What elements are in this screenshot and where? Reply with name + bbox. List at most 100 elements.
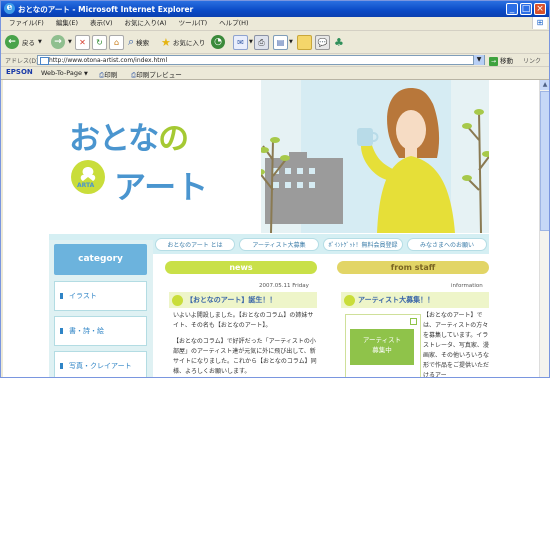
chevron-down-icon: ▼ bbox=[38, 39, 42, 45]
page-icon bbox=[40, 57, 49, 65]
windows-flag-icon: ⊞ bbox=[532, 17, 547, 29]
maximize-button[interactable]: □ bbox=[520, 3, 532, 15]
news-heading: news bbox=[165, 261, 317, 274]
corner-mark-icon bbox=[410, 318, 417, 325]
staff-tag: information bbox=[451, 283, 483, 289]
refresh-button[interactable]: ↻ bbox=[92, 34, 107, 50]
flower-bullet-icon bbox=[172, 294, 183, 306]
woman-with-cup-illustration bbox=[261, 80, 489, 233]
mail-button[interactable]: ✉ ▼ bbox=[233, 34, 253, 50]
stop-icon: ✕ bbox=[75, 34, 90, 50]
address-label: アドレス(D) bbox=[5, 58, 39, 65]
address-dropdown-icon[interactable]: ▼ bbox=[473, 55, 484, 65]
folder-icon bbox=[297, 34, 312, 50]
nav-request[interactable]: みなさまへのお願い bbox=[407, 238, 487, 251]
history-button[interactable]: ◔ bbox=[211, 34, 225, 50]
staff-body: 【おとなのアート】では、アーティストの方々を募集しています。イラストレータ、写真… bbox=[423, 312, 490, 377]
home-icon: ⌂ bbox=[109, 34, 124, 50]
category-illustration[interactable]: イラスト bbox=[54, 281, 147, 311]
epson-print-button[interactable]: ⎙印刷 bbox=[99, 69, 117, 80]
menu-help[interactable]: ヘルプ(H) bbox=[219, 17, 248, 30]
site-logo-line2[interactable]: アート bbox=[114, 162, 208, 208]
standard-toolbar: ← 戻る ▼ → ▼ ✕ ↻ ⌂ ⌕ 検索 ★ お気に入り ◔ ✉ ▼ ⎙ ▤ … bbox=[1, 31, 549, 54]
category-photo-clay[interactable]: 写真・クレイアート bbox=[54, 351, 147, 377]
vertical-scrollbar[interactable]: ▲ bbox=[539, 80, 549, 377]
ie-logo-icon: e bbox=[4, 3, 15, 14]
address-input[interactable]: http://www.otona-artist.com/index.html ▼ bbox=[37, 55, 485, 65]
refresh-icon: ↻ bbox=[92, 34, 107, 50]
mail-icon: ✉ bbox=[233, 34, 248, 50]
chevron-down-icon: ▼ bbox=[249, 39, 253, 45]
news-paragraph-1: いよいよ開設しました。【おとなのコラム】の姉妹サイト、その名も【おとなのアート】… bbox=[173, 312, 314, 329]
news-headline: 【おとなのアート】誕生！！ bbox=[186, 296, 277, 304]
nav-about[interactable]: おとなのアート とは bbox=[155, 238, 235, 251]
menu-tools[interactable]: ツール(T) bbox=[179, 17, 208, 30]
title-bar[interactable]: e おとなのアート - Microsoft Internet Explorer … bbox=[1, 1, 549, 17]
recruit-line2: 募集中 bbox=[372, 346, 392, 354]
chevron-down-icon: ▼ bbox=[84, 71, 88, 77]
web-to-page-label: Web-To-Page bbox=[41, 69, 82, 77]
nav-artist-recruit[interactable]: アーティスト大募集 bbox=[239, 238, 319, 251]
artist-recruit-banner[interactable]: アーティスト 募集中 bbox=[345, 314, 421, 377]
logo-text-no: の bbox=[158, 121, 189, 157]
address-url[interactable]: http://www.otona-artist.com/index.html bbox=[49, 56, 167, 65]
discuss-button[interactable]: 💬 bbox=[315, 34, 330, 50]
epson-preview-button[interactable]: ⎙印刷プレビュー bbox=[131, 69, 182, 80]
menu-view[interactable]: 表示(V) bbox=[90, 17, 113, 30]
scroll-thumb[interactable] bbox=[540, 91, 549, 231]
go-label: 移動 bbox=[500, 57, 513, 65]
epson-print-label: 印刷 bbox=[104, 71, 118, 79]
speech-bubble-icon: 💬 bbox=[315, 34, 330, 50]
close-button[interactable]: × bbox=[534, 3, 546, 15]
edit-button[interactable]: ▤ ▼ bbox=[273, 34, 293, 50]
star-icon: ★ bbox=[161, 35, 171, 49]
stop-button[interactable]: ✕ bbox=[75, 34, 90, 50]
menu-favorites[interactable]: お気に入り(A) bbox=[125, 17, 167, 30]
news-headline-bar[interactable]: 【おとなのアート】誕生！！ bbox=[169, 292, 317, 308]
favorites-label: お気に入り bbox=[172, 39, 206, 47]
home-button[interactable]: ⌂ bbox=[109, 34, 124, 50]
site-logo-line1[interactable]: おとなの bbox=[69, 113, 189, 158]
messenger-button[interactable]: ♣ bbox=[334, 34, 344, 50]
address-bar: アドレス(D) http://www.otona-artist.com/inde… bbox=[1, 54, 549, 67]
messenger-icon: ♣ bbox=[334, 35, 344, 49]
links-button[interactable]: リンク bbox=[523, 56, 541, 65]
recruit-line1: アーティスト bbox=[362, 336, 402, 344]
go-button[interactable]: → 移動 bbox=[489, 55, 513, 66]
search-label: 検索 bbox=[136, 39, 150, 47]
back-arrow-icon: ← bbox=[5, 35, 19, 49]
staff-headline-bar[interactable]: アーティスト大募集！！ bbox=[341, 292, 489, 308]
staff-headline: アーティスト大募集！！ bbox=[358, 296, 435, 304]
printer-icon: ⎙ bbox=[254, 34, 269, 50]
go-arrow-icon: → bbox=[489, 57, 498, 66]
nav-member-register[interactable]: ﾎﾟｲﾝﾄｹﾞｯﾄ！無料会員登録 bbox=[323, 238, 403, 251]
print-button[interactable]: ⎙ bbox=[254, 34, 269, 50]
category-calligraphy[interactable]: 書・詩・絵 bbox=[54, 316, 147, 346]
chevron-down-icon: ▼ bbox=[289, 39, 293, 45]
hero-illustration bbox=[261, 80, 489, 233]
search-icon: ⌕ bbox=[128, 35, 135, 48]
epson-toolbar: EPSON Web-To-Page ▼ ⎙印刷 ⎙印刷プレビュー bbox=[1, 67, 549, 80]
page-viewport[interactable]: おとなの ARTA アート おとなのアート とは アーティスト大募集 ﾎﾟｲﾝﾄ… bbox=[3, 80, 539, 377]
category-title: category bbox=[54, 244, 147, 275]
menu-edit[interactable]: 編集(E) bbox=[56, 17, 78, 30]
flower-bullet-icon bbox=[344, 294, 355, 306]
news-paragraph-2: 【おとなのコラム】で好評だった「アーティストの小部屋」のアーティスト達が元気に外… bbox=[173, 338, 317, 375]
logo-text-otona: おとな bbox=[69, 121, 159, 157]
web-to-page-button[interactable]: Web-To-Page ▼ bbox=[41, 69, 88, 77]
folder-button[interactable] bbox=[297, 34, 312, 50]
favorites-button[interactable]: ★ お気に入り bbox=[161, 34, 205, 50]
recruit-box: アーティスト 募集中 bbox=[350, 329, 414, 365]
epson-brand: EPSON bbox=[6, 68, 33, 76]
scroll-up-icon[interactable]: ▲ bbox=[540, 80, 549, 90]
news-body: いよいよ開設しました。【おとなのコラム】の姉妹サイト、その名も【おとなのアート】… bbox=[173, 311, 317, 377]
edit-page-icon: ▤ bbox=[273, 34, 288, 50]
forward-button[interactable]: → ▼ bbox=[51, 34, 72, 50]
back-label: 戻る bbox=[22, 39, 35, 47]
website: おとなの ARTA アート おとなのアート とは アーティスト大募集 ﾎﾟｲﾝﾄ… bbox=[49, 80, 489, 377]
back-button[interactable]: ← 戻る ▼ bbox=[5, 34, 42, 50]
minimize-button[interactable]: _ bbox=[506, 3, 518, 15]
epson-preview-label: 印刷プレビュー bbox=[136, 71, 182, 79]
search-button[interactable]: ⌕ 検索 bbox=[128, 34, 149, 50]
menu-file[interactable]: ファイル(F) bbox=[9, 17, 44, 30]
